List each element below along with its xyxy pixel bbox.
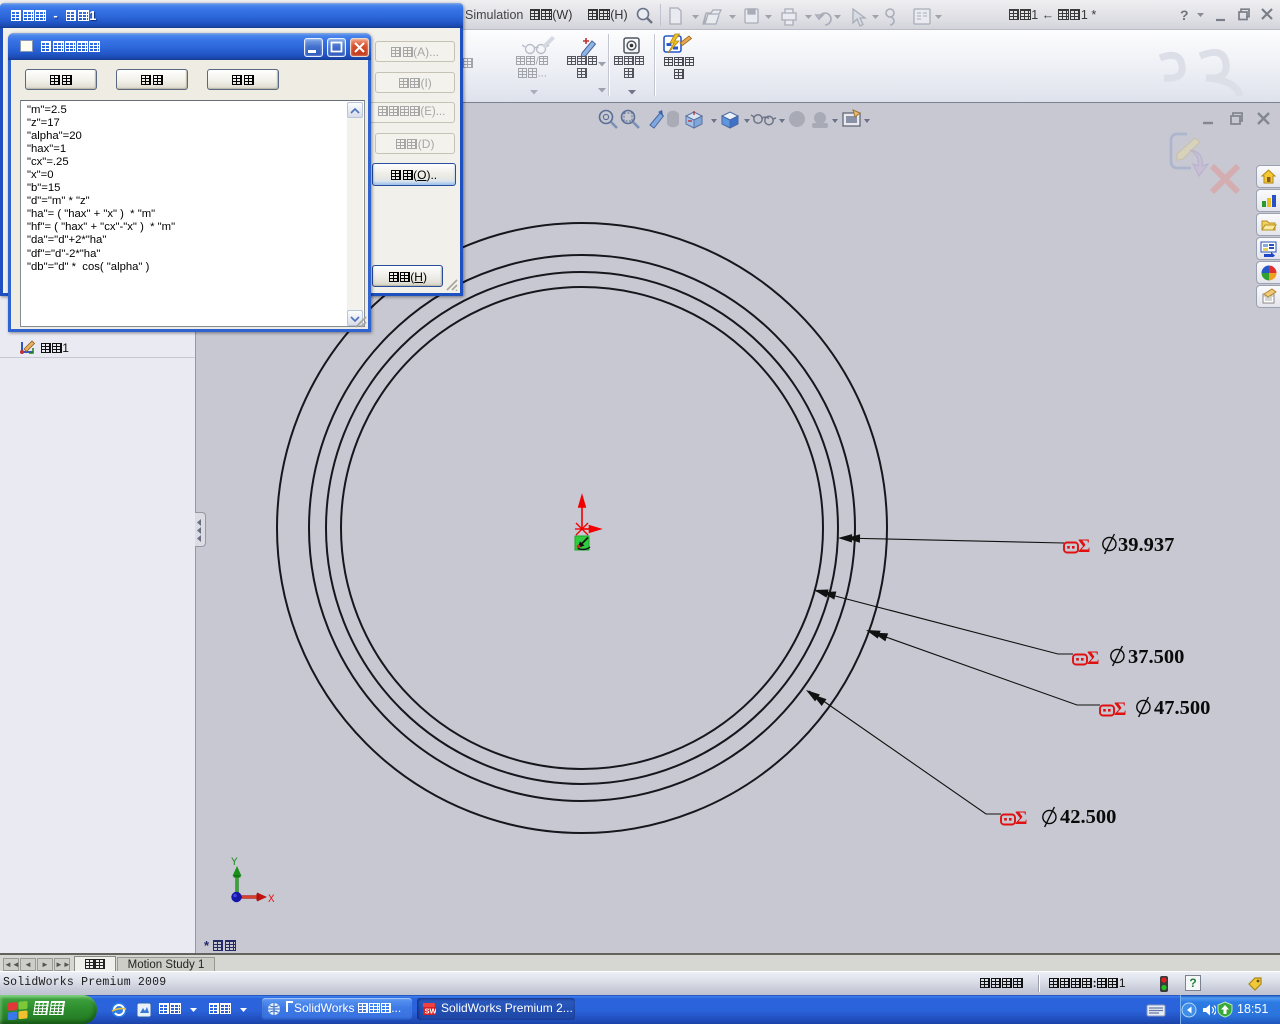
svg-text:42.500: 42.500 xyxy=(1060,806,1116,828)
svg-text:Σ: Σ xyxy=(1078,536,1090,557)
svg-text:Y: Y xyxy=(231,857,238,869)
svg-text:47.500: 47.500 xyxy=(1154,697,1210,719)
svg-text:39.937: 39.937 xyxy=(1118,534,1174,556)
svg-text:X: X xyxy=(268,894,275,906)
svg-text:37.500: 37.500 xyxy=(1128,646,1184,668)
svg-text:*: * xyxy=(204,938,210,953)
